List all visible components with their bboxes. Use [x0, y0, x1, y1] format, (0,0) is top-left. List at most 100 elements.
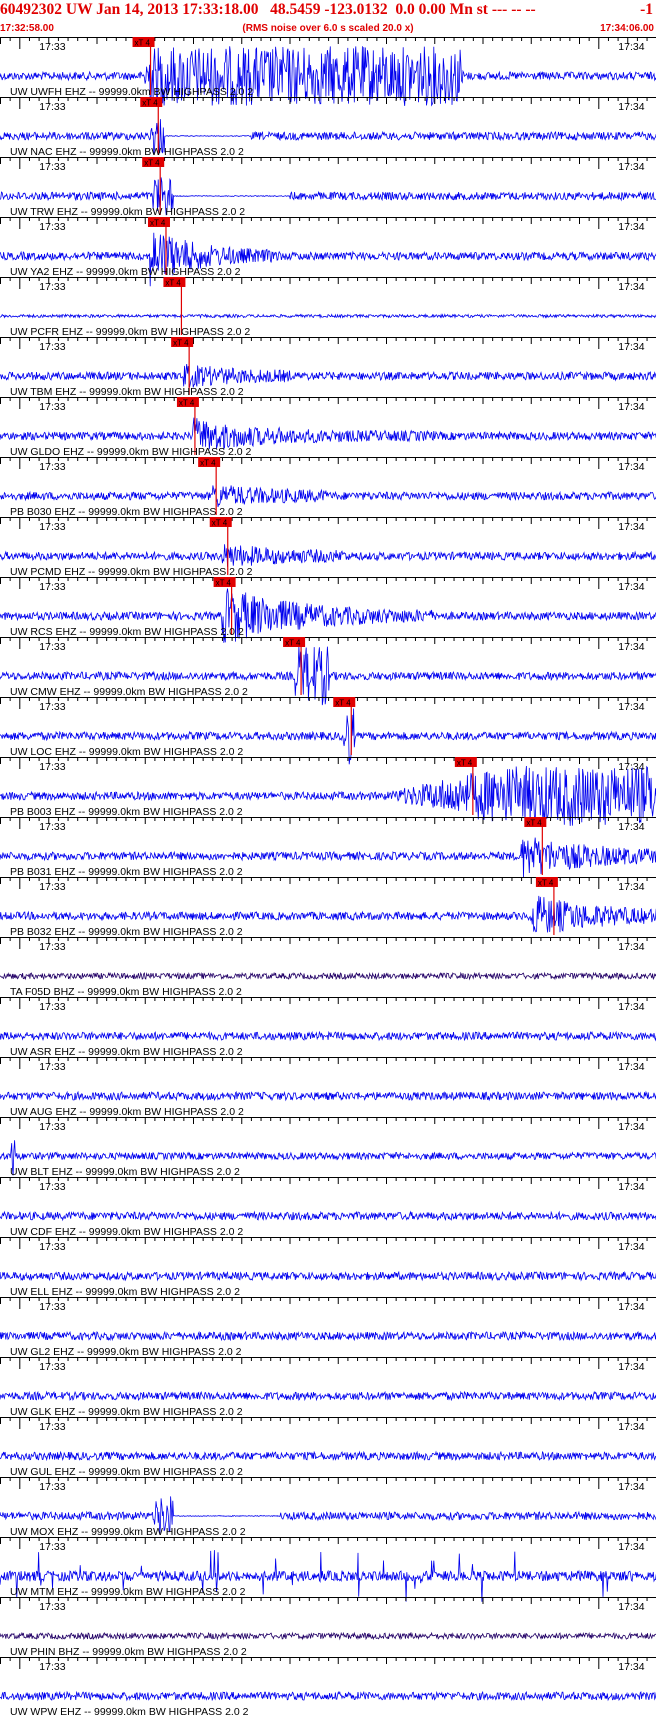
minute-label: 17:34: [618, 1301, 644, 1313]
waveform-trace: [0, 363, 656, 388]
station-label: UW RCS EHZ -- 99999.0km BW HIGHPASS 2.0 …: [10, 626, 244, 638]
channel-row: 17:33 17:34 UW GLK EHZ -- 99999.0km BW HIG…: [0, 1357, 656, 1418]
minute-label: 17:33: [39, 881, 65, 893]
station-label: UW ASR EHZ -- 99999.0km BW HIGHPASS 2.0 …: [10, 1046, 243, 1058]
minute-label: 17:33: [39, 1421, 65, 1433]
minute-label: 17:34: [618, 1001, 644, 1013]
record-header: 60492302 UW Jan 14, 2013 17:33:18.00 48.…: [0, 0, 656, 37]
station-label: UW LOC EHZ -- 99999.0km BW HIGHPASS 2.0 …: [10, 746, 243, 758]
waveform-trace: [0, 1390, 656, 1402]
minute-label: 17:34: [618, 1601, 644, 1613]
minute-label: 17:34: [618, 581, 644, 593]
minute-label: 17:34: [618, 341, 644, 353]
event-flag: -1: [640, 1, 653, 18]
channel-row: 17:33 17:34 xT 4 UW NAC EHZ -- 99999.0km BW…: [0, 97, 656, 158]
pick-label: xT 4: [335, 699, 351, 708]
minute-label: 17:34: [618, 1541, 644, 1553]
channel-row: 17:33 17:34 UW ELL EHZ -- 99999.0km BW HIG…: [0, 1237, 656, 1298]
waveform-trace: [0, 1090, 656, 1102]
pick-label: xT 4: [144, 159, 160, 168]
minute-label: 17:33: [39, 281, 65, 293]
station-label: UW GLDO EHZ -- 99999.0km BW HIGHPASS 2.0…: [10, 446, 252, 458]
channel-row: 17:33 17:34 xT 4 PB B030 EHZ -- 99999.0km B…: [0, 457, 656, 518]
minute-label: 17:34: [618, 161, 644, 173]
minute-label: 17:34: [618, 701, 644, 713]
channel-row: 17:33 17:34 xT 4 UW LOC EHZ -- 99999.0km BW…: [0, 697, 656, 765]
station-label: UW CDF EHZ -- 99999.0km BW HIGHPASS 2.0 …: [10, 1226, 243, 1238]
station-label: UW NAC EHZ -- 99999.0km BW HIGHPASS 2.0 …: [10, 146, 244, 158]
minute-label: 17:33: [39, 401, 65, 413]
minute-label: 17:33: [39, 101, 65, 113]
channel-row: 17:33 17:34 xT 4 UW RCS EHZ -- 99999.0km BW…: [0, 577, 656, 643]
minute-label: 17:34: [618, 641, 644, 653]
station-label: UW TRW EHZ -- 99999.0km BW HIGHPASS 2.0 …: [10, 206, 245, 218]
waveform-trace: [0, 1030, 656, 1042]
pick-label: xT 4: [142, 99, 158, 108]
station-label: TA F05D BHZ -- 99999.0km BW HIGHPASS 2.0…: [10, 986, 242, 998]
pick-label: xT 4: [216, 579, 232, 588]
channel-row: 17:33 17:34 xT 4 UW PCFR EHZ -- 99999.0km B…: [0, 277, 656, 338]
minute-label: 17:34: [618, 461, 644, 473]
minute-label: 17:33: [39, 1181, 65, 1193]
station-label: UW PCFR EHZ -- 99999.0km BW HIGHPASS 2.0…: [10, 326, 250, 338]
waveform-trace: [0, 313, 656, 319]
minute-label: 17:34: [618, 821, 644, 833]
waveform-trace: [0, 544, 656, 567]
minute-label: 17:33: [39, 821, 65, 833]
channel-row: 17:33 17:34 UW GL2 EHZ -- 99999.0km BW HIG…: [0, 1297, 656, 1358]
station-label: UW GL2 EHZ -- 99999.0km BW HIGHPASS 2.0 …: [10, 1346, 242, 1358]
minute-label: 17:34: [618, 1121, 644, 1133]
channel-row: 17:33 17:34 UW MOX EHZ -- 99999.0km BW HIG…: [0, 1477, 656, 1538]
station-label: UW AUG EHZ -- 99999.0km BW HIGHPASS 2.0 …: [10, 1106, 244, 1118]
minute-label: 17:34: [618, 1061, 644, 1073]
station-label: UW PCMD EHZ -- 99999.0km BW HIGHPASS 2.0…: [10, 566, 253, 578]
minute-label: 17:33: [39, 641, 65, 653]
station-label: UW BLT EHZ -- 99999.0km BW HIGHPASS 2.0 …: [10, 1166, 240, 1178]
pick-label: xT 4: [212, 519, 228, 528]
waveform-trace: [0, 1210, 656, 1222]
minute-label: 17:33: [39, 1481, 65, 1493]
minute-label: 17:33: [39, 1241, 65, 1253]
channel-row: 17:33 17:34 xT 4 PB B003 EHZ -- 99999.0km B…: [0, 757, 656, 826]
minute-label: 17:33: [39, 1001, 65, 1013]
station-label: UW TBM EHZ -- 99999.0km BW HIGHPASS 2.0 …: [10, 386, 244, 398]
station-label: UW GLK EHZ -- 99999.0km BW HIGHPASS 2.0 …: [10, 1406, 243, 1418]
channel-row: 17:33 17:34 xT 4 PB B032 EHZ -- 99999.0km B…: [0, 877, 656, 938]
station-label: UW GUL EHZ -- 99999.0km BW HIGHPASS 2.0 …: [10, 1466, 243, 1478]
minute-label: 17:33: [39, 761, 65, 773]
minute-label: 17:33: [39, 1301, 65, 1313]
waveform-trace: [0, 1690, 656, 1702]
minute-label: 17:34: [618, 221, 644, 233]
seismogram-plot: 17:33 17:34xT 4UW UWFH EHZ -- 99999.0km B…: [0, 37, 656, 1718]
minute-label: 17:33: [39, 581, 65, 593]
channel-row: 17:33 17:34xT 4UW YA2 EHZ -- 99999.0km BW…: [0, 217, 656, 287]
waveform-trace: [0, 1270, 656, 1282]
station-label: UW PHIN BHZ -- 99999.0km BW HIGHPASS 2.0…: [10, 1646, 247, 1658]
channel-row: 17:33 17:34 xT 4 PB B031 EHZ -- 99999.0km B…: [0, 817, 656, 878]
station-label: UW UWFH EHZ -- 99999.0km BW HIGHPASS 2.0…: [10, 86, 253, 98]
channel-row: 17:33 17:34 xT 4 UW PCMD EHZ -- 99999.0km B…: [0, 517, 656, 578]
minute-label: 17:34: [618, 881, 644, 893]
station-label: UW CMW EHZ -- 99999.0km BW HIGHPASS 2.0 …: [10, 686, 248, 698]
event-title: 60492302 UW Jan 14, 2013 17:33:18.00 48.…: [0, 1, 536, 18]
waveform-trace: [0, 971, 656, 981]
pick-label: xT 4: [526, 819, 542, 828]
pick-label: xT 4: [135, 39, 151, 48]
station-label: PB B030 EHZ -- 99999.0km BW HIGHPASS 2.0…: [10, 506, 243, 518]
window-end-time: 17:34:06.00: [600, 23, 654, 34]
pick-label: xT 4: [200, 459, 216, 468]
minute-label: 17:34: [618, 401, 644, 413]
waveform-trace: [0, 232, 656, 287]
waveform-trace: [0, 1450, 656, 1462]
pick-label: xT 4: [538, 879, 554, 888]
pick-label: xT 4: [457, 759, 473, 768]
channel-row: 17:33 17:34xT 4UW UWFH EHZ -- 99999.0km B…: [0, 37, 656, 107]
minute-label: 17:33: [39, 461, 65, 473]
pick-label: xT 4: [179, 399, 195, 408]
minute-label: 17:33: [39, 521, 65, 533]
pick-label: xT 4: [285, 639, 301, 648]
waveform-trace: [0, 1330, 656, 1342]
channel-row: 17:33 17:34 TA F05D BHZ -- 99999.0km BW HI…: [0, 937, 656, 998]
minute-label: 17:33: [39, 941, 65, 953]
minute-label: 17:33: [39, 1541, 65, 1553]
